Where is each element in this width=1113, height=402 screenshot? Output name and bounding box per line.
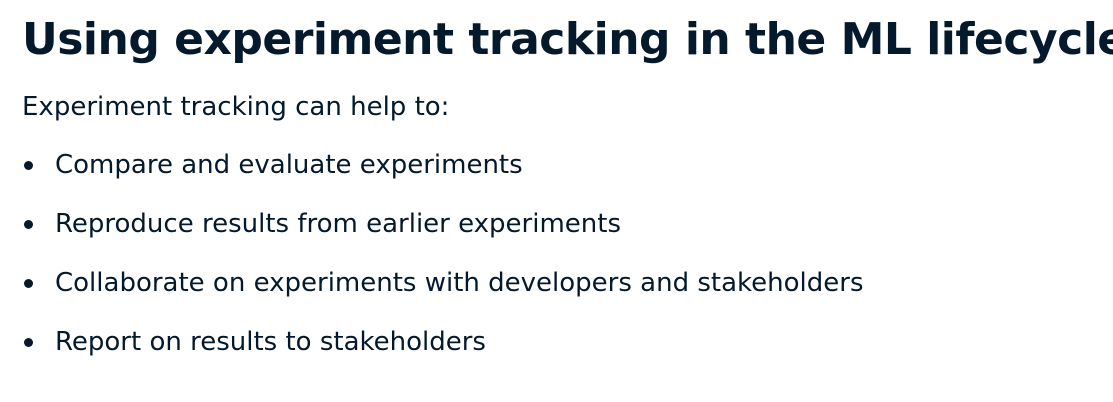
bullet-text: Compare and evaluate experiments: [55, 150, 523, 180]
intro-text: Experiment tracking can help to:: [22, 92, 450, 122]
bullet-icon: [24, 278, 33, 288]
bullet-text: Collaborate on experiments with develope…: [55, 268, 864, 298]
bullet-text: Report on results to stakeholders: [55, 327, 486, 357]
list-item: Report on results to stakeholders: [22, 325, 1113, 359]
list-item: Compare and evaluate experiments: [22, 148, 1113, 182]
bullet-icon: [24, 337, 33, 347]
list-item: Collaborate on experiments with develope…: [22, 266, 1113, 300]
slide: Using experiment tracking in the ML life…: [0, 0, 1113, 402]
bullet-list: Compare and evaluate experiments Reprodu…: [22, 148, 1113, 359]
bullet-icon: [24, 160, 33, 170]
bullet-text: Reproduce results from earlier experimen…: [55, 209, 621, 239]
bullet-icon: [24, 219, 33, 229]
list-item: Reproduce results from earlier experimen…: [22, 207, 1113, 241]
slide-title: Using experiment tracking in the ML life…: [22, 14, 1113, 65]
